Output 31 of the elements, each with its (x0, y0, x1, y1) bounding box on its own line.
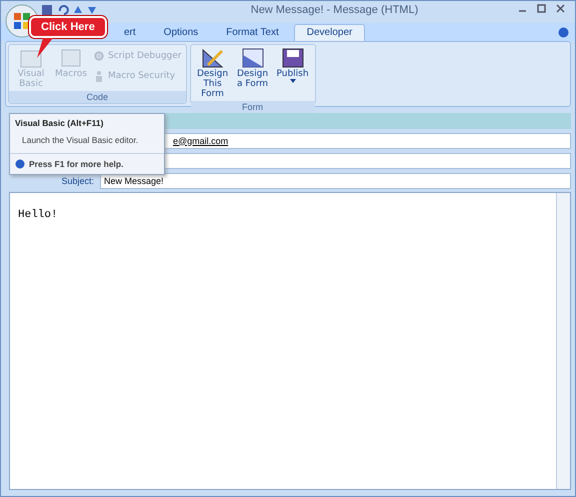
scrollbar[interactable] (556, 193, 570, 489)
message-body[interactable]: Hello! (9, 192, 571, 490)
subject-label: Subject: (60, 176, 94, 186)
subject-field[interactable]: New Message! (100, 172, 571, 188)
person-icon (93, 70, 105, 82)
document-icon (59, 47, 83, 69)
ribbon-tab[interactable]: ert (111, 24, 149, 41)
ribbon-button[interactable]: Design This Form (194, 47, 231, 99)
window-title: New Message! - Message (HTML) (250, 4, 420, 16)
ribbon-tab[interactable]: Format Text (213, 24, 292, 41)
up-arrow-icon[interactable] (73, 5, 83, 15)
undo-icon[interactable] (57, 4, 69, 16)
email-link[interactable]: e@gmail.com (173, 136, 228, 146)
ribbon-button[interactable]: Design a Form (234, 47, 271, 89)
ribbon-tab[interactable]: Options (150, 24, 212, 41)
help-icon (15, 159, 25, 169)
form-icon (240, 47, 266, 69)
close-icon[interactable] (556, 4, 565, 13)
tooltip-description: Launch the Visual Basic editor. (10, 132, 164, 154)
body-text: Hello! (17, 208, 59, 223)
tooltip-title: Visual Basic (Alt+F11) (14, 117, 104, 130)
help-icon[interactable] (558, 27, 569, 38)
ribbon-tab[interactable]: Developer (294, 24, 366, 41)
group-label: Form (190, 101, 315, 113)
maximize-icon[interactable] (537, 4, 546, 13)
group-label: Code (9, 91, 186, 103)
save-icon[interactable] (41, 4, 53, 16)
triangle-ruler-icon (200, 47, 226, 69)
ribbon-button[interactable]: Publish (274, 47, 311, 83)
down-arrow-icon[interactable] (87, 5, 97, 15)
tooltip-help: Press F1 for more help. (29, 159, 124, 169)
